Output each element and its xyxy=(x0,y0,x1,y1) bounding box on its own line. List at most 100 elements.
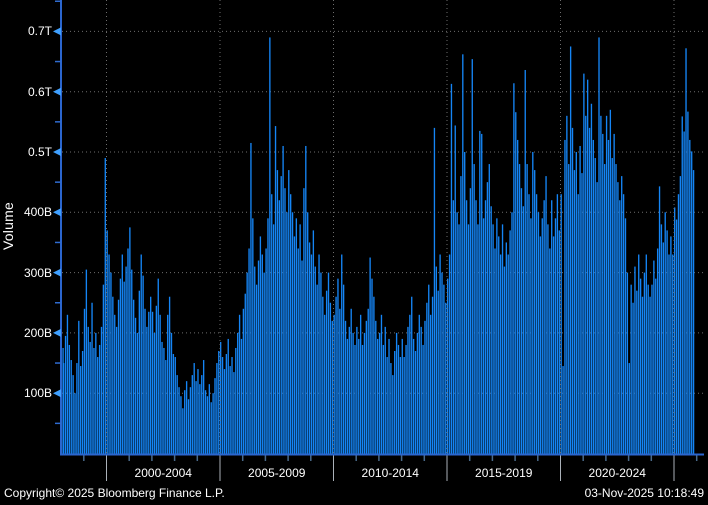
volume-bar-chart[interactable] xyxy=(0,0,708,505)
volume-bar xyxy=(66,314,69,454)
volume-bar xyxy=(473,164,475,454)
volume-bar xyxy=(543,200,545,454)
volume-bar xyxy=(456,212,458,454)
volume-bar xyxy=(168,296,171,454)
volume-bar xyxy=(611,158,613,454)
volume-bar xyxy=(325,290,328,454)
volume-bar xyxy=(496,218,498,454)
volume-bar xyxy=(80,366,82,454)
volume-bar xyxy=(191,375,193,454)
volume-bar xyxy=(558,230,560,454)
volume-bar xyxy=(426,302,428,454)
volume-bar xyxy=(513,83,515,454)
volume-bar xyxy=(184,390,186,454)
volume-bar xyxy=(656,248,659,454)
volume-bar xyxy=(172,354,175,454)
volume-bar xyxy=(498,236,500,454)
volume-bar xyxy=(271,194,273,454)
volume-bar xyxy=(329,302,332,454)
volume-bar xyxy=(195,381,197,454)
volume-bar xyxy=(388,338,390,454)
y-tick-label: 300B xyxy=(23,265,52,280)
volume-bar xyxy=(691,151,693,454)
volume-bar xyxy=(662,242,664,454)
volume-bar xyxy=(581,173,583,454)
volume-bar xyxy=(365,320,368,454)
volume-bar xyxy=(390,363,392,454)
volume-bar xyxy=(490,206,492,454)
volume-bar xyxy=(204,390,207,454)
volume-bar xyxy=(212,393,214,454)
volume-bar xyxy=(494,248,496,454)
volume-bar xyxy=(223,369,226,454)
volume-bar xyxy=(675,219,678,454)
volume-bar xyxy=(301,260,303,454)
volume-bar xyxy=(689,139,691,454)
volume-bar xyxy=(233,372,235,454)
y-tick-arrow xyxy=(53,208,61,217)
volume-bar xyxy=(465,200,468,454)
volume-bar xyxy=(161,341,163,454)
volume-bar xyxy=(108,254,110,454)
volume-bar xyxy=(238,314,241,454)
status-bar: Copyright© 2025 Bloomberg Finance L.P. 0… xyxy=(0,485,708,503)
volume-bar xyxy=(617,182,619,454)
volume-bar xyxy=(622,194,625,454)
volume-bar xyxy=(535,194,538,454)
volume-bar xyxy=(199,384,201,454)
volume-bar xyxy=(83,308,86,454)
volume-bar xyxy=(664,212,666,454)
volume-bar xyxy=(131,269,133,454)
volume-bar xyxy=(566,115,568,454)
volume-bar xyxy=(679,176,682,454)
x-section-label: 2010-2014 xyxy=(361,466,419,480)
volume-bar xyxy=(115,326,118,454)
volume-bar xyxy=(216,363,218,454)
volume-bar xyxy=(532,152,534,454)
volume-bar xyxy=(257,260,260,454)
volume-bar xyxy=(469,188,472,454)
volume-bar xyxy=(600,115,602,454)
volume-bar xyxy=(132,299,135,454)
volume-bar xyxy=(68,344,71,454)
volume-bar xyxy=(528,194,530,454)
volume-bar xyxy=(397,344,400,454)
volume-bar xyxy=(170,332,173,454)
volume-bar xyxy=(373,296,375,454)
volume-bar xyxy=(577,194,579,454)
volume-bar xyxy=(178,387,180,454)
volume-bar xyxy=(613,133,615,454)
volume-bar xyxy=(411,296,413,454)
volume-bar xyxy=(267,218,269,454)
volume-bar xyxy=(348,326,350,454)
volume-bar xyxy=(89,341,91,454)
volume-bar xyxy=(185,381,188,454)
volume-bar xyxy=(516,139,519,454)
volume-bar xyxy=(288,170,290,454)
volume-bar xyxy=(174,357,176,454)
volume-bar xyxy=(420,326,422,454)
volume-bar xyxy=(464,152,466,454)
volume-bar xyxy=(305,145,307,454)
volume-bar xyxy=(95,332,97,454)
volume-bar xyxy=(632,302,634,454)
volume-bar xyxy=(501,224,504,454)
volume-bar xyxy=(359,314,362,454)
volume-bar xyxy=(102,284,105,454)
volume-bar xyxy=(261,254,263,454)
volume-bar xyxy=(653,260,655,454)
volume-bar xyxy=(409,314,411,454)
volume-bar xyxy=(316,284,318,454)
volume-bar xyxy=(579,145,581,454)
volume-bar xyxy=(150,296,152,454)
volume-bar xyxy=(598,37,600,454)
volume-bar xyxy=(564,139,566,454)
volume-bar xyxy=(297,248,299,454)
volume-bar xyxy=(123,281,125,454)
volume-bar xyxy=(530,218,532,454)
volume-bar xyxy=(594,158,596,454)
volume-bar xyxy=(346,338,349,454)
y-tick-label: 200B xyxy=(23,325,52,340)
volume-bar xyxy=(98,344,101,454)
volume-bar xyxy=(252,218,254,454)
